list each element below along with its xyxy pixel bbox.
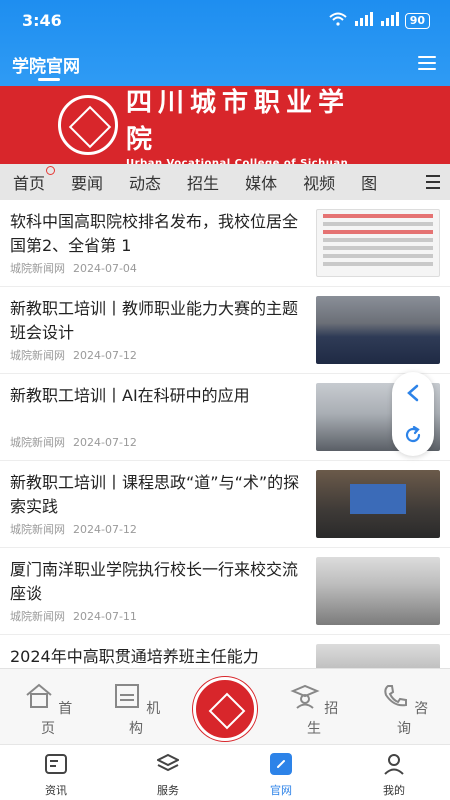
nav-label: 我的 (383, 784, 405, 797)
section-tab-consult[interactable]: 咨询 (374, 683, 434, 738)
list-item[interactable]: 厦门南洋职业学院执行校长一行来校交流座谈 城院新闻网 2024-07-11 (0, 548, 450, 635)
layers-icon (155, 753, 181, 772)
floating-nav (392, 372, 434, 456)
news-icon (45, 754, 67, 774)
refresh-icon (405, 426, 421, 443)
section-tab-org[interactable]: 机构 (106, 683, 166, 738)
graduate-icon (290, 684, 320, 709)
status-bar: 3:46 90 (0, 0, 450, 40)
chevron-left-icon (407, 384, 419, 402)
article-date: 2024-07-04 (73, 262, 137, 275)
college-seal-logo (58, 95, 118, 155)
article-date: 2024-07-11 (73, 610, 137, 623)
tabs-menu-icon[interactable] (416, 164, 450, 200)
article-date: 2024-07-12 (73, 523, 137, 536)
phone-icon (384, 685, 407, 707)
nav-label: 官网 (270, 784, 292, 797)
article-thumbnail (316, 470, 440, 538)
list-item[interactable]: 新教职工培训丨课程思政“道”与“术”的探索实践 城院新闻网 2024-07-12 (0, 461, 450, 548)
article-source: 城院新闻网 (10, 262, 65, 275)
tab-headlines[interactable]: 要闻 (58, 170, 116, 194)
article-source: 城院新闻网 (10, 349, 65, 362)
article-title: 厦门南洋职业学院执行校长一行来校交流座谈 (10, 560, 299, 603)
article-title: 新教职工培训丨课程思政“道”与“术”的探索实践 (10, 473, 300, 516)
nav-label: 资讯 (45, 784, 67, 797)
home-icon (26, 683, 52, 708)
article-thumbnail (316, 557, 440, 625)
article-source: 城院新闻网 (10, 610, 65, 623)
nav-service[interactable]: 服务 (128, 753, 208, 798)
tab-admissions[interactable]: 招生 (174, 170, 232, 194)
news-list: 软科中国高职院校排名发布，我校位居全国第2、全省第 1 城院新闻网 2024-07… (0, 200, 450, 722)
tab-images[interactable]: 图 (348, 170, 390, 194)
list-item[interactable]: 软科中国高职院校排名发布，我校位居全国第2、全省第 1 城院新闻网 2024-07… (0, 200, 450, 287)
section-tab-admissions[interactable]: 招生 (284, 683, 344, 738)
nav-news[interactable]: 资讯 (16, 753, 96, 798)
section-tab-home[interactable]: 首页 (18, 683, 78, 738)
nav-official[interactable]: 官网 (241, 753, 321, 798)
page-title: 学院官网 (12, 57, 80, 77)
college-banner: 四川城市职业学院 Urban Vocational College of Sic… (0, 86, 450, 169)
list-item[interactable]: 新教职工培训丨AI在科研中的应用 城院新闻网 2024-07-12 (0, 374, 450, 461)
section-tabs: 首页 机构 招生 咨询 (0, 668, 450, 744)
signal-icon (353, 12, 373, 29)
article-title: 2024年中高职贯通培养班主任能力 (10, 647, 259, 666)
signal-icon-2 (379, 12, 399, 29)
article-title: 新教职工培训丨教师职业能力大赛的主题班会设计 (10, 299, 299, 342)
article-thumbnail (316, 209, 440, 277)
college-seal-button[interactable] (193, 677, 257, 741)
list-item[interactable]: 新教职工培训丨教师职业能力大赛的主题班会设计 城院新闻网 2024-07-12 (0, 287, 450, 374)
nav-mine[interactable]: 我的 (354, 753, 434, 798)
article-source: 城院新闻网 (10, 523, 65, 536)
article-source: 城院新闻网 (10, 436, 65, 449)
tab-video[interactable]: 视频 (290, 170, 348, 194)
article-thumbnail (316, 296, 440, 364)
college-name-cn: 四川城市职业学院 (126, 87, 351, 155)
category-tabs: 首页 要闻 动态 招生 媒体 视频 图 (0, 164, 450, 200)
tab-updates[interactable]: 动态 (116, 170, 174, 194)
tab-home[interactable]: 首页 (0, 166, 58, 194)
bottom-nav: 资讯 服务 官网 我的 (0, 744, 450, 800)
user-icon (384, 754, 404, 775)
back-button[interactable] (392, 372, 434, 414)
battery-indicator: 90 (404, 12, 430, 29)
article-title: 软科中国高职院校排名发布，我校位居全国第2、全省第 1 (10, 212, 299, 255)
app-header: 3:46 90 学院官网 (0, 0, 450, 86)
menu-icon[interactable] (418, 56, 436, 72)
wifi-icon (329, 12, 347, 29)
news-icon (114, 684, 139, 708)
status-time: 3:46 (22, 11, 62, 30)
tab-media[interactable]: 媒体 (232, 170, 290, 194)
compass-icon (270, 753, 292, 775)
article-date: 2024-07-12 (73, 436, 137, 449)
article-date: 2024-07-12 (73, 349, 137, 362)
status-icons: 90 (329, 12, 430, 29)
refresh-button[interactable] (392, 414, 434, 456)
article-title: 新教职工培训丨AI在科研中的应用 (10, 386, 250, 405)
nav-label: 服务 (157, 784, 179, 797)
title-underline (38, 78, 60, 81)
